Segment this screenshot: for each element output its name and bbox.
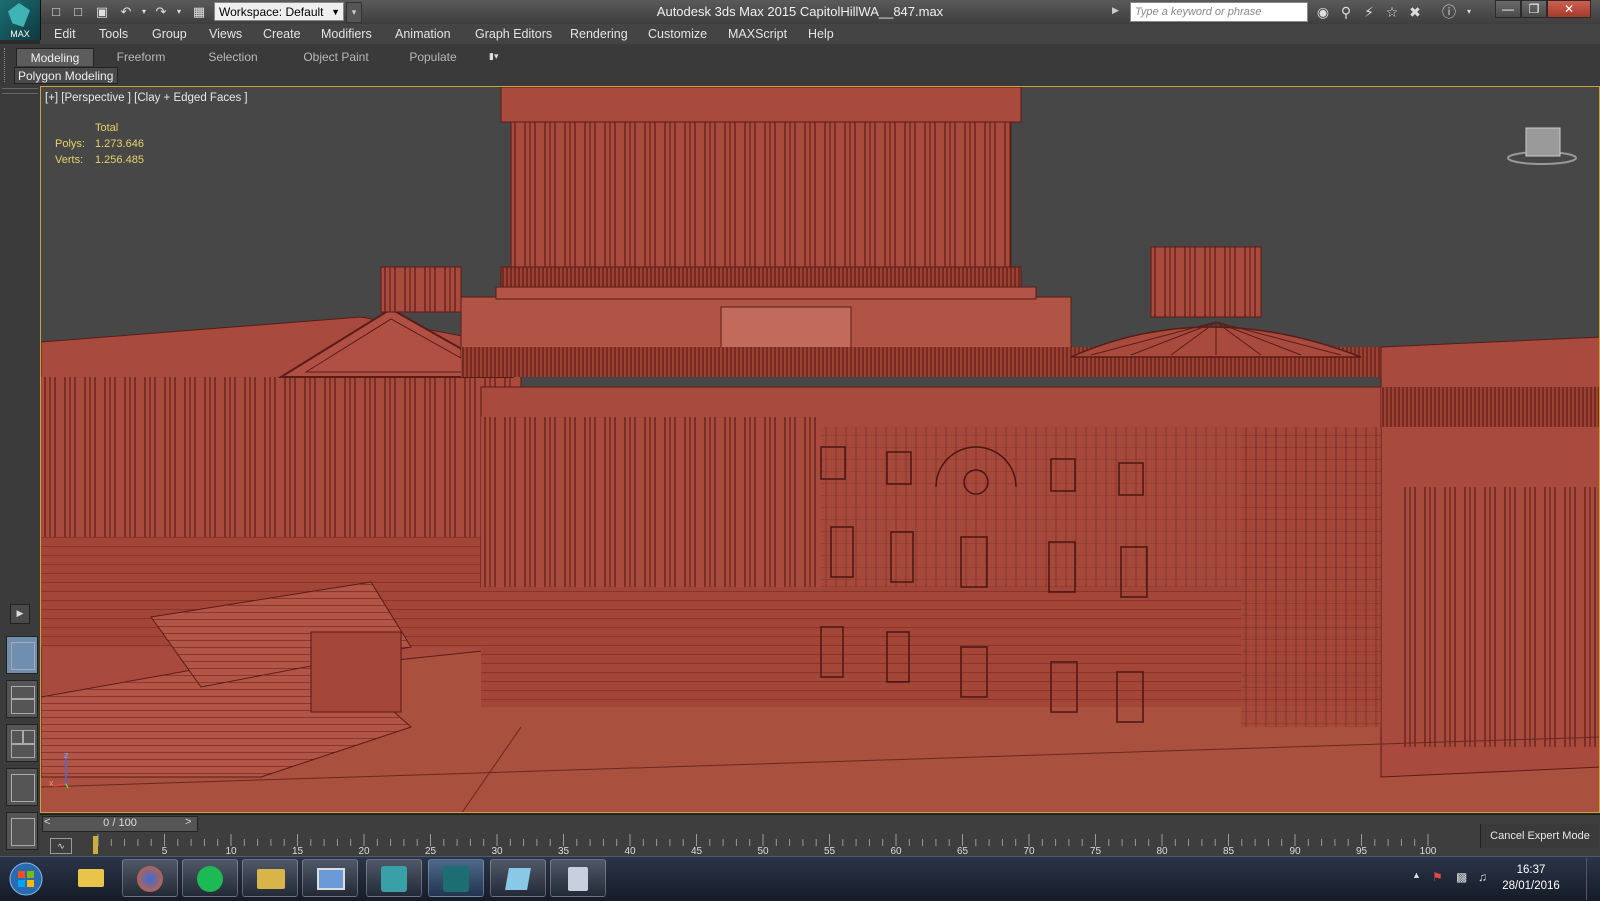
axis-x-label: x [49,778,54,788]
window-title: Autodesk 3ds Max 2015 CapitolHillWA__847… [656,4,944,19]
menu-graph-editors[interactable]: Graph Editors [475,27,552,41]
tab-freeform[interactable]: Freeform [108,48,174,66]
quick-access-more-icon[interactable]: ▾ [346,2,362,23]
perspective-viewport[interactable] [40,86,1600,813]
menu-modifiers[interactable]: Modifiers [321,27,372,41]
taskbar-file-explorer-icon[interactable] [242,859,298,897]
show-desktop-button[interactable] [1586,858,1600,900]
favorites-star-icon[interactable]: ☆ [1383,4,1401,20]
application-button[interactable]: MAX [0,0,41,40]
start-button[interactable] [6,860,46,898]
taskbar [0,856,1600,901]
tab-populate[interactable]: Populate [400,48,466,66]
workspace-value: Workspace: Default [219,5,324,19]
tray-action-center-flag-icon[interactable]: ⚑ [1432,870,1443,884]
tab-selection[interactable]: Selection [200,48,266,66]
capitol-model-render [41,87,1599,812]
tray-date: 28/01/2016 [1502,880,1560,892]
menu-views[interactable]: Views [209,27,242,41]
menu-maxscript[interactable]: MAXScript [728,27,787,41]
layout-two-horizontal-button[interactable] [6,680,38,718]
viewcube[interactable] [1502,124,1582,170]
ribbon-minimize-icon[interactable]: ▮▾ [489,51,511,63]
menu-tools[interactable]: Tools [99,27,128,41]
layout-extra-button[interactable] [6,812,38,850]
open-file-icon[interactable]: □ [70,4,86,20]
verts-value: 1.256.485 [95,154,144,166]
tray-volume-icon[interactable]: ♫ [1478,870,1487,884]
menu-create[interactable]: Create [263,27,301,41]
tab-object-paint[interactable]: Object Paint [296,48,376,66]
workspace-dropdown[interactable]: Workspace: Default ▼ [214,2,344,21]
help-dropdown-icon[interactable]: ▾ [1460,4,1478,20]
communication-center-icon[interactable]: ⚡ [1360,4,1378,20]
viewport-label[interactable]: [+] [Perspective ] [Clay + Edged Faces ] [45,92,248,104]
expand-layouts-icon[interactable]: ▶ [10,604,30,624]
tab-modeling[interactable]: Modeling [16,48,94,66]
layout-single-alt-button[interactable] [6,768,38,806]
time-next-button[interactable]: > [185,816,191,828]
taskbar-explorer-folder-icon[interactable] [62,859,118,897]
layout-bar-grip[interactable] [2,88,38,94]
taskbar-notepad-icon[interactable] [490,859,546,897]
layout-single-button[interactable] [6,636,38,674]
binoculars-icon[interactable]: ◉ [1314,4,1332,20]
app-logo-icon [8,3,30,27]
time-prev-button[interactable]: < [44,816,50,828]
menu-edit[interactable]: Edit [54,27,76,41]
polys-label: Polys: [55,138,85,150]
key-icon[interactable]: ⚲ [1337,4,1355,20]
exchange-apps-icon[interactable]: ✖ [1406,4,1424,20]
verts-label: Verts: [55,154,84,166]
current-frame-marker[interactable] [93,836,98,854]
taskbar-photo-viewer-icon[interactable] [302,859,358,897]
taskbar-sketchbook-icon[interactable] [366,859,422,897]
project-folder-icon[interactable]: ▦ [191,4,207,20]
help-icon[interactable]: ⓘ [1440,4,1458,20]
menu-rendering[interactable]: Rendering [570,27,628,41]
menu-animation[interactable]: Animation [395,27,451,41]
menu-group[interactable]: Group [152,27,187,41]
tray-clock[interactable]: 16:37 28/01/2016 [1500,862,1562,894]
tray-show-hidden-icon[interactable]: ▲ [1412,870,1421,880]
time-slider-text: 0 / 100 [103,817,137,829]
axis-z-label: z [64,750,69,760]
panel-polygon-modeling[interactable]: Polygon Modeling [14,67,118,84]
taskbar-firefox-icon[interactable] [122,859,178,897]
tray-time: 16:37 [1516,864,1546,876]
stats-header: Total [95,122,119,134]
taskbar-calculator-icon[interactable] [550,859,606,897]
menu-customize[interactable]: Customize [648,27,707,41]
minimize-button[interactable]: — [1495,0,1521,18]
restore-button[interactable]: ❐ [1521,0,1547,18]
taskbar-3dsmax-icon[interactable] [428,859,484,897]
polys-value: 1.273.646 [95,138,144,150]
undo-dropdown-icon[interactable]: ▾ [136,4,152,20]
search-expand-icon[interactable]: ▶ [1112,5,1119,16]
new-file-icon[interactable]: □ [48,4,64,20]
redo-icon[interactable]: ↷ [153,4,169,20]
curve-editor-icon[interactable]: ∿ [50,838,72,854]
taskbar-spotify-icon[interactable] [182,859,238,897]
chevron-down-icon: ▼ [331,7,340,17]
tray-network-icon[interactable]: ▩ [1456,870,1467,884]
layout-four-button[interactable] [6,724,38,762]
undo-icon[interactable]: ↶ [118,4,134,20]
menu-help[interactable]: Help [808,27,834,41]
cancel-expert-mode-button[interactable]: Cancel Expert Mode [1480,824,1599,848]
save-file-icon[interactable]: ▣ [94,4,110,20]
search-input[interactable]: Type a keyword or phrase [1130,2,1308,22]
close-button[interactable]: ✕ [1547,0,1591,18]
ribbon-grip[interactable] [4,48,8,82]
app-logo-label: MAX [10,29,30,39]
redo-dropdown-icon[interactable]: ▾ [171,4,187,20]
